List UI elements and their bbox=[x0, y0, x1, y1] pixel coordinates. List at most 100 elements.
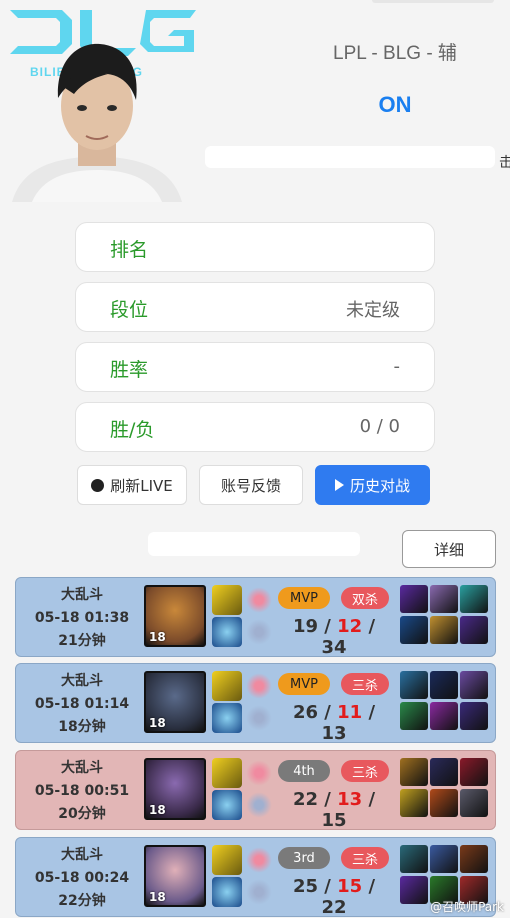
performance-badge: 4th bbox=[278, 760, 330, 782]
item-icon bbox=[430, 616, 458, 644]
match-date: 05-18 00:24 bbox=[34, 870, 130, 886]
snowball-spell-icon bbox=[212, 703, 242, 733]
item-icon bbox=[460, 671, 488, 699]
match-history-label: 历史对战 bbox=[349, 476, 410, 495]
match-mode: 大乱斗 bbox=[61, 760, 103, 776]
multikill-badge: 三杀 bbox=[341, 673, 389, 695]
live-status: ON bbox=[378, 92, 412, 117]
item-icon bbox=[400, 845, 428, 873]
item-icon bbox=[400, 616, 428, 644]
snowball-spell-icon bbox=[212, 790, 242, 820]
detail-button[interactable]: 详细 bbox=[402, 530, 496, 568]
item-icon bbox=[460, 789, 488, 817]
stat-label: 胜/负 bbox=[110, 419, 155, 441]
item-icon bbox=[460, 845, 488, 873]
item-icon bbox=[460, 702, 488, 730]
rune-secondary-icon bbox=[244, 790, 274, 820]
kills: 26 bbox=[292, 702, 318, 723]
match-history-button[interactable]: 历史对战 bbox=[315, 465, 430, 505]
multikill-badge: 三杀 bbox=[341, 760, 389, 782]
champion-level: 18 bbox=[149, 716, 166, 730]
kda-separator: / bbox=[368, 876, 376, 897]
champion-portrait: 18 bbox=[144, 845, 206, 907]
kda-separator: / bbox=[368, 616, 376, 637]
item-icon bbox=[400, 671, 428, 699]
match-info: 大乱斗 05-18 00:24 22分钟 bbox=[16, 844, 148, 913]
item-icon bbox=[400, 758, 428, 786]
kills: 22 bbox=[292, 789, 318, 810]
match-info: 大乱斗 05-18 00:51 20分钟 bbox=[16, 757, 148, 826]
deaths: 15 bbox=[337, 876, 363, 897]
snowball-spell-icon bbox=[212, 617, 242, 647]
stat-label: 段位 bbox=[110, 299, 149, 321]
match-mode: 大乱斗 bbox=[61, 673, 103, 689]
kda-separator: / bbox=[368, 789, 376, 810]
stat-winloss-row: 胜/负 0 / 0 bbox=[75, 402, 435, 452]
assists: 34 bbox=[321, 637, 347, 658]
weibo-watermark: @召唤师Park bbox=[430, 900, 504, 914]
redacted-field bbox=[148, 532, 360, 556]
match-card[interactable]: 大乱斗 05-18 01:14 18分钟 18 MVP 三杀 26 / 11 /… bbox=[15, 663, 496, 744]
redacted-field bbox=[205, 146, 495, 168]
champion-portrait: 18 bbox=[144, 758, 206, 820]
rune-primary-icon bbox=[244, 845, 274, 875]
match-mode: 大乱斗 bbox=[61, 847, 103, 863]
rune-secondary-icon bbox=[244, 617, 274, 647]
item-icon bbox=[430, 845, 458, 873]
refresh-live-button[interactable]: 刷新LIVE bbox=[77, 465, 187, 505]
item-icon bbox=[460, 585, 488, 613]
champion-level: 18 bbox=[149, 803, 166, 817]
assists: 13 bbox=[321, 723, 347, 744]
match-card[interactable]: 大乱斗 05-18 01:38 21分钟 18 MVP 双杀 19 / 12 /… bbox=[15, 577, 496, 658]
rune-primary-icon bbox=[244, 671, 274, 701]
match-duration: 21分钟 bbox=[58, 633, 106, 649]
edge-glyph: 击 bbox=[499, 155, 510, 171]
performance-badge: 3rd bbox=[278, 847, 330, 869]
deaths: 13 bbox=[337, 789, 363, 810]
champion-level: 18 bbox=[149, 630, 166, 644]
snowball-spell-icon bbox=[212, 877, 242, 907]
multikill-badge: 三杀 bbox=[341, 847, 389, 869]
kda-score: 19 / 12 / 34 bbox=[278, 616, 390, 658]
kills: 19 bbox=[292, 616, 318, 637]
rune-secondary-icon bbox=[244, 877, 274, 907]
stat-winrate-row: 胜率 - bbox=[75, 342, 435, 392]
item-icon bbox=[430, 671, 458, 699]
stat-value: 0 / 0 bbox=[359, 416, 400, 437]
match-date: 05-18 00:51 bbox=[34, 783, 130, 799]
flash-spell-icon bbox=[212, 758, 242, 788]
top-edge-button[interactable] bbox=[372, 0, 494, 3]
match-info: 大乱斗 05-18 01:38 21分钟 bbox=[16, 584, 148, 653]
item-icon bbox=[460, 616, 488, 644]
match-card[interactable]: 大乱斗 05-18 00:24 22分钟 18 3rd 三杀 25 / 15 /… bbox=[15, 837, 496, 918]
match-duration: 18分钟 bbox=[58, 719, 106, 735]
item-icon bbox=[400, 876, 428, 904]
match-duration: 22分钟 bbox=[58, 893, 106, 909]
stat-label: 排名 bbox=[110, 239, 149, 261]
flash-spell-icon bbox=[212, 671, 242, 701]
kda-separator: / bbox=[324, 702, 331, 723]
account-feedback-button[interactable]: 账号反馈 bbox=[199, 465, 303, 505]
match-duration: 20分钟 bbox=[58, 806, 106, 822]
stat-value: 未定级 bbox=[346, 300, 400, 321]
kda-score: 22 / 13 / 15 bbox=[278, 789, 390, 831]
kills: 25 bbox=[292, 876, 318, 897]
match-date: 05-18 01:14 bbox=[34, 696, 130, 712]
match-card[interactable]: 大乱斗 05-18 00:51 20分钟 18 4th 三杀 22 / 13 /… bbox=[15, 750, 496, 831]
rune-primary-icon bbox=[244, 585, 274, 615]
item-icon bbox=[430, 789, 458, 817]
performance-badge: MVP bbox=[278, 587, 330, 609]
item-icon bbox=[460, 758, 488, 786]
rune-primary-icon bbox=[244, 758, 274, 788]
stat-rank-row: 排名 bbox=[75, 222, 435, 272]
performance-badge: MVP bbox=[278, 673, 330, 695]
champion-level: 18 bbox=[149, 890, 166, 904]
item-icon bbox=[400, 585, 428, 613]
assists: 15 bbox=[321, 810, 347, 831]
champion-portrait: 18 bbox=[144, 671, 206, 733]
deaths: 12 bbox=[337, 616, 363, 637]
stat-label: 胜率 bbox=[110, 359, 149, 381]
record-dot-icon bbox=[91, 478, 105, 492]
stat-value: - bbox=[393, 356, 401, 377]
rune-secondary-icon bbox=[244, 703, 274, 733]
